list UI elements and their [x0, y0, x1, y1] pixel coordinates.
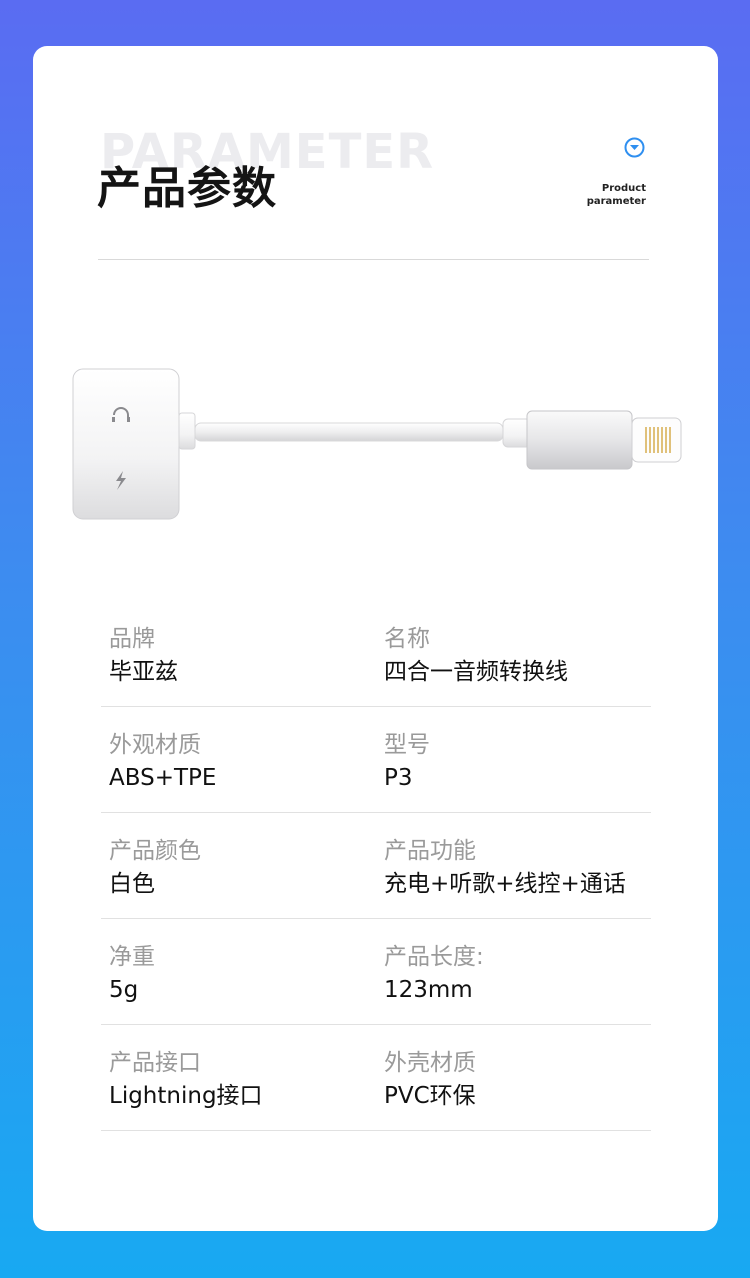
spec-cell: 型号 P3: [384, 731, 430, 793]
spec-label: 名称: [384, 626, 430, 652]
spec-row: 产品颜色 白色 产品功能 充电+听歌+线控+通话: [101, 813, 651, 919]
spec-cell: 品牌 毕亚兹: [109, 625, 178, 687]
spec-row: 净重 5g 产品长度: 123mm: [101, 919, 651, 1025]
product-parameter-card: PARAMETER 产品参数 Product parameter 品牌 毕亚兹 …: [33, 46, 718, 1231]
page-title: 产品参数: [97, 163, 277, 214]
spec-label: 产品长度:: [384, 944, 484, 970]
english-subtitle: Product parameter: [587, 182, 646, 208]
spec-row: 产品接口 Lightning接口 外壳材质 PVC环保: [101, 1025, 651, 1131]
spec-value: 四合一音频转换线: [384, 659, 568, 685]
spec-value: 白色: [109, 871, 155, 897]
spec-value: Lightning接口: [109, 1083, 263, 1109]
spec-cell: 产品功能 充电+听歌+线控+通话: [384, 837, 626, 899]
spec-cell: 名称 四合一音频转换线: [384, 625, 568, 687]
spec-value: 123mm: [384, 977, 473, 1003]
adapter-cable-image: [72, 368, 682, 520]
spec-value: PVC环保: [384, 1083, 476, 1109]
header-divider: [98, 259, 649, 260]
spec-value: P3: [384, 765, 413, 791]
spec-label: 产品功能: [384, 838, 476, 864]
spec-label: 产品颜色: [109, 838, 201, 864]
spec-label: 外壳材质: [384, 1050, 476, 1076]
spec-value: 充电+听歌+线控+通话: [384, 871, 626, 897]
spec-row: 品牌 毕亚兹 名称 四合一音频转换线: [101, 601, 651, 707]
spec-label: 净重: [109, 944, 155, 970]
spec-table: 品牌 毕亚兹 名称 四合一音频转换线 外观材质 ABS+TPE 型号 P3 产品…: [101, 601, 651, 1131]
subtitle-line-1: Product: [601, 183, 646, 194]
subtitle-line-2: parameter: [586, 196, 646, 207]
spec-label: 外观材质: [109, 732, 201, 758]
chevron-down-circle-icon: [624, 137, 645, 158]
spec-value: 5g: [109, 977, 139, 1003]
spec-cell: 净重 5g: [109, 943, 155, 1005]
spec-value: 毕亚兹: [109, 659, 178, 685]
spec-cell: 产品长度: 123mm: [384, 943, 484, 1005]
spec-row: 外观材质 ABS+TPE 型号 P3: [101, 707, 651, 813]
spec-label: 型号: [384, 732, 430, 758]
spec-cell: 外观材质 ABS+TPE: [109, 731, 216, 793]
spec-label: 品牌: [109, 626, 155, 652]
spec-cell: 外壳材质 PVC环保: [384, 1049, 476, 1111]
spec-label: 产品接口: [109, 1050, 201, 1076]
spec-value: ABS+TPE: [109, 765, 217, 791]
spec-cell: 产品颜色 白色: [109, 837, 201, 899]
spec-cell: 产品接口 Lightning接口: [109, 1049, 263, 1111]
